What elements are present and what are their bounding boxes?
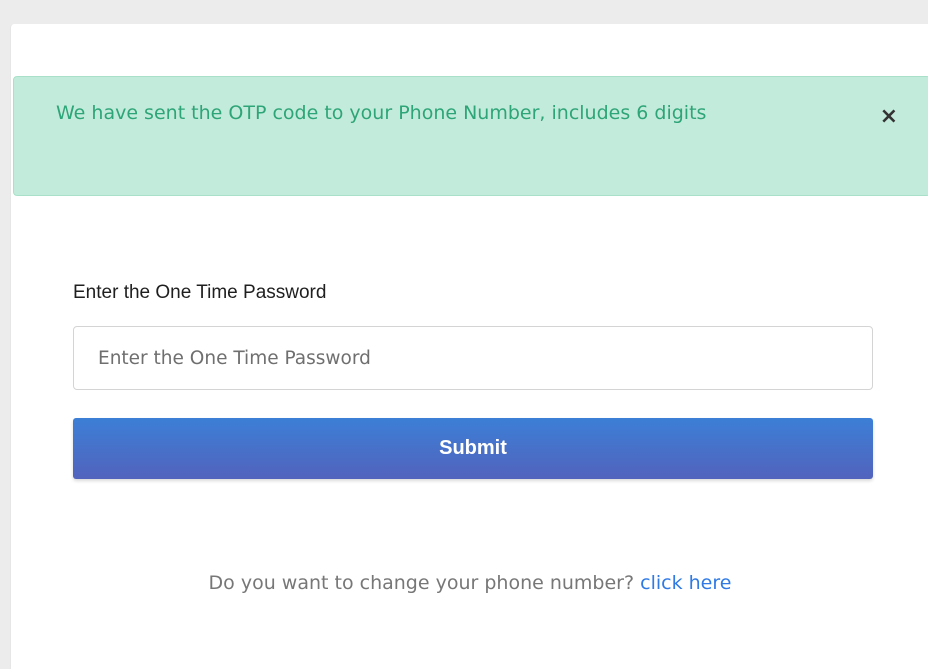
- change-phone-link[interactable]: click here: [640, 572, 731, 594]
- otp-card: We have sent the OTP code to your Phone …: [10, 24, 928, 669]
- otp-input[interactable]: [73, 326, 873, 390]
- change-phone-question: Do you want to change your phone number?: [208, 572, 635, 594]
- otp-sent-alert: We have sent the OTP code to your Phone …: [13, 76, 928, 196]
- close-icon[interactable]: ×: [880, 106, 898, 128]
- submit-button[interactable]: Submit: [73, 418, 873, 479]
- change-phone-prompt: Do you want to change your phone number?…: [11, 572, 928, 594]
- alert-message: We have sent the OTP code to your Phone …: [56, 102, 707, 124]
- otp-field-label: Enter the One Time Password: [73, 282, 327, 303]
